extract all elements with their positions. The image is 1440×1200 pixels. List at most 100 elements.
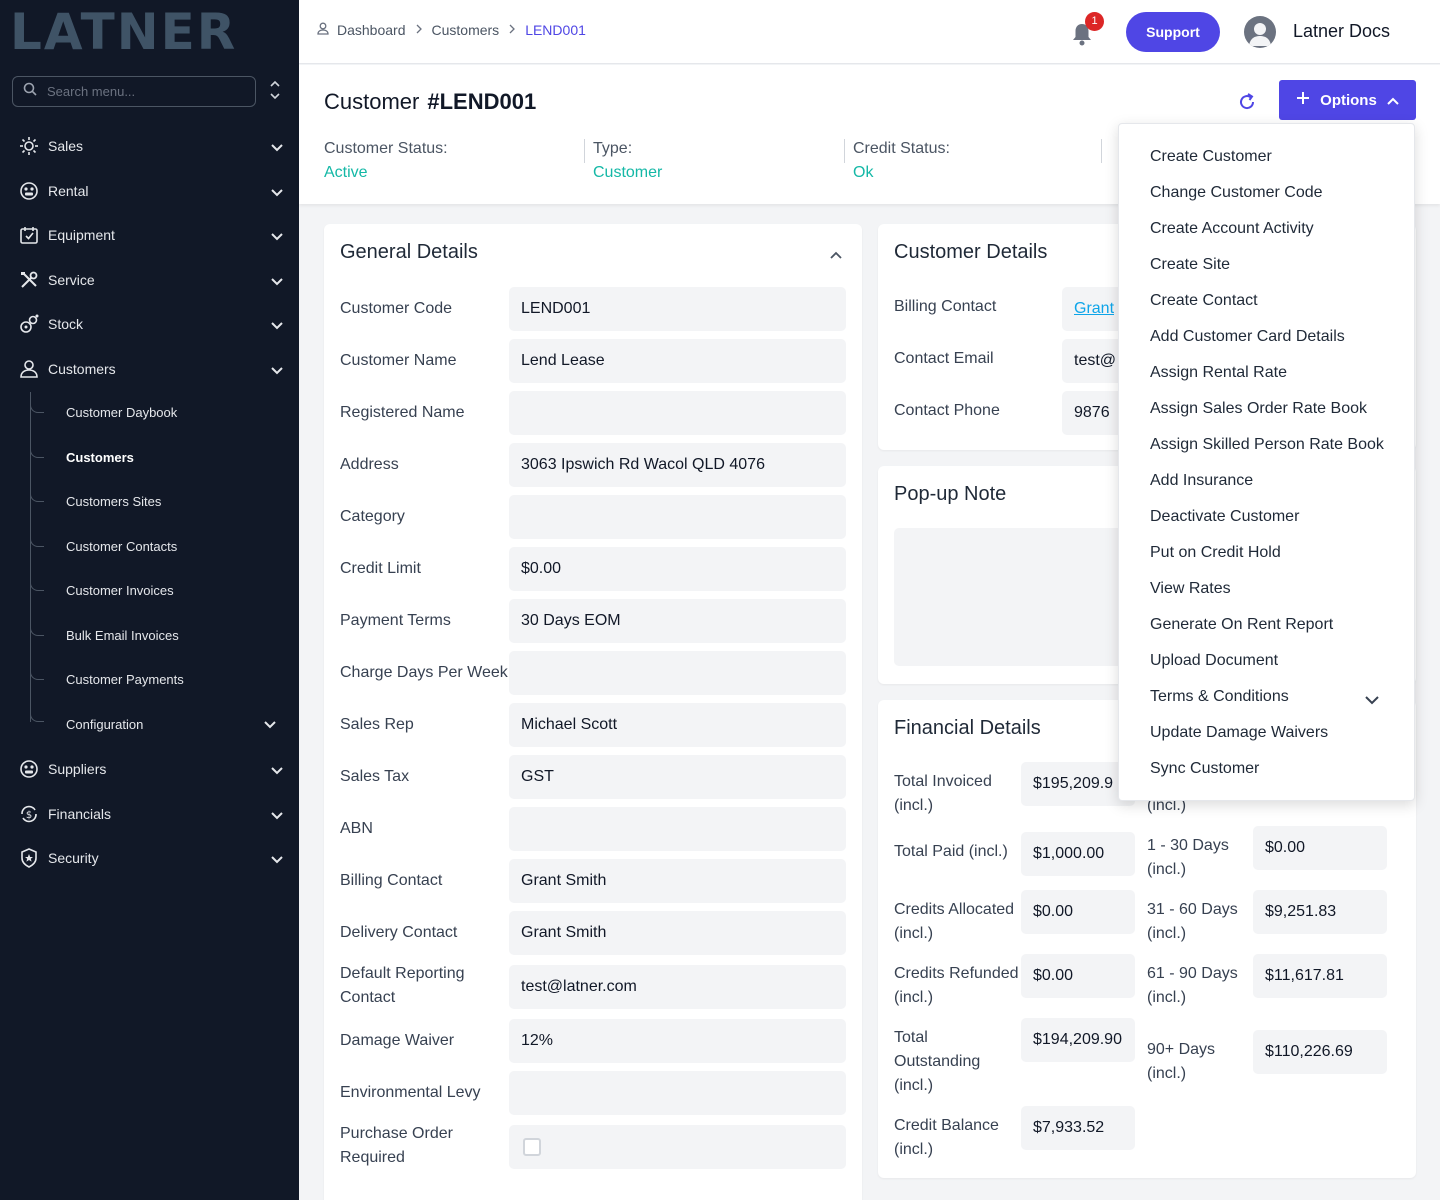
- sidebar-subitem-bulk-email-invoices[interactable]: Bulk Email Invoices: [66, 624, 179, 648]
- menu-item-assign-sales-order-rate-book[interactable]: Assign Sales Order Rate Book: [1150, 397, 1400, 421]
- menu-item-deactivate-customer[interactable]: Deactivate Customer: [1150, 505, 1400, 529]
- address-field[interactable]: 3063 Ipswich Rd Wacol QLD 4076: [509, 443, 846, 487]
- menu-item-put-on-credit-hold[interactable]: Put on Credit Hold: [1150, 541, 1400, 565]
- sidebar-item-label: Customers: [48, 361, 116, 377]
- sales-tax-field[interactable]: GST: [509, 755, 846, 799]
- sidebar-subitem-customer-daybook[interactable]: Customer Daybook: [66, 401, 177, 425]
- menu-item-generate-on-rent-report[interactable]: Generate On Rent Report: [1150, 613, 1400, 637]
- sales-rep-field[interactable]: Michael Scott: [509, 703, 846, 747]
- sidebar-item-financials[interactable]: $ Financials: [0, 794, 299, 834]
- default-reporting-contact-field[interactable]: test@latner.com: [509, 965, 846, 1009]
- purchase-order-required-checkbox[interactable]: [523, 1138, 541, 1156]
- aging-31-60-field[interactable]: $9,251.83: [1253, 890, 1387, 934]
- sidebar-item-label: Suppliers: [48, 761, 107, 777]
- aging-90-plus-field[interactable]: $110,226.69: [1253, 1030, 1387, 1074]
- registered-name-field[interactable]: [509, 391, 846, 435]
- abn-field[interactable]: [509, 807, 846, 851]
- total-paid-field[interactable]: $1,000.00: [1021, 832, 1135, 876]
- label-line: 90+ Days: [1147, 1041, 1216, 1058]
- aging-61-90-label: 61 - 90 Days (incl.): [1147, 962, 1238, 1010]
- credit-limit-field[interactable]: $0.00: [509, 547, 846, 591]
- customer-code-field[interactable]: LEND001: [509, 287, 846, 331]
- menu-item-add-insurance[interactable]: Add Insurance: [1150, 469, 1400, 493]
- aging-90-plus-label: 90+ Days (incl.): [1147, 1038, 1215, 1086]
- page-title: Customer #LEND001: [324, 89, 536, 115]
- label-line: (incl.): [1147, 925, 1187, 942]
- menu-item-assign-rental-rate[interactable]: Assign Rental Rate: [1150, 361, 1400, 385]
- chevron-up-icon[interactable]: [830, 246, 842, 264]
- sidebar-item-service[interactable]: Service: [0, 260, 299, 300]
- delivery-contact-field[interactable]: Grant Smith: [509, 911, 846, 955]
- menu-item-assign-skilled-person-rate-book[interactable]: Assign Skilled Person Rate Book: [1150, 433, 1400, 457]
- equipment-icon: [18, 224, 40, 246]
- billing-contact-field[interactable]: Grant Smith: [509, 859, 846, 903]
- breadcrumb-dashboard[interactable]: Dashboard: [337, 22, 406, 38]
- latner-logo[interactable]: LATNER: [10, 6, 237, 58]
- sidebar-subitem-customers-sites[interactable]: Customers Sites: [66, 490, 161, 514]
- menu-item-view-rates[interactable]: View Rates: [1150, 577, 1400, 601]
- menu-item-update-damage-waivers[interactable]: Update Damage Waivers: [1150, 721, 1400, 745]
- charge-days-field[interactable]: [509, 651, 846, 695]
- credit-balance-label: Credit Balance (incl.): [894, 1114, 999, 1162]
- refresh-icon[interactable]: [1236, 91, 1258, 113]
- chevron-down-icon: [271, 851, 283, 867]
- sidebar-item-suppliers[interactable]: Suppliers: [0, 749, 299, 789]
- breadcrumb: Dashboard Customers LEND001: [317, 22, 586, 38]
- menu-item-create-customer[interactable]: Create Customer: [1150, 145, 1400, 169]
- suppliers-icon: [18, 758, 40, 780]
- menu-item-create-contact[interactable]: Create Contact: [1150, 289, 1400, 313]
- billing-contact-link[interactable]: Grant: [1074, 300, 1114, 317]
- total-outstanding-field[interactable]: $194,209.90: [1021, 1018, 1135, 1062]
- sidebar-subitem-customer-invoices[interactable]: Customer Invoices: [66, 579, 174, 603]
- environmental-levy-field[interactable]: [509, 1071, 846, 1115]
- damage-waiver-field[interactable]: 12%: [509, 1019, 846, 1063]
- sidebar-item-sales[interactable]: Sales: [0, 126, 299, 166]
- menu-item-sync-customer[interactable]: Sync Customer: [1150, 757, 1400, 781]
- tree-connector: [30, 577, 44, 591]
- aging-1-30-label: 1 - 30 Days (incl.): [1147, 834, 1229, 882]
- sidebar-item-equipment[interactable]: Equipment: [0, 215, 299, 255]
- sidebar-item-security[interactable]: Security: [0, 838, 299, 878]
- menu-item-upload-document[interactable]: Upload Document: [1150, 649, 1400, 673]
- sidebar-item-customers[interactable]: Customers: [0, 349, 299, 389]
- sidebar-subitem-customers[interactable]: Customers: [66, 446, 134, 470]
- field-label: Damage Waiver: [340, 1032, 455, 1049]
- sidebar-item-rental[interactable]: Rental: [0, 171, 299, 211]
- credits-refunded-field[interactable]: $0.00: [1021, 954, 1135, 998]
- menu-search-input[interactable]: [47, 84, 237, 99]
- chevron-down-icon[interactable]: [1365, 692, 1379, 710]
- sidebar-item-stock[interactable]: Stock: [0, 304, 299, 344]
- plus-icon: [1296, 91, 1310, 109]
- sidebar-subitem-customer-contacts[interactable]: Customer Contacts: [66, 535, 177, 559]
- menu-item-terms-conditions[interactable]: Terms & Conditions: [1150, 685, 1400, 709]
- credit-balance-field[interactable]: $7,933.52: [1021, 1106, 1135, 1150]
- sidebar-collapse-button[interactable]: [268, 80, 284, 104]
- sidebar-subitem-customer-payments[interactable]: Customer Payments: [66, 668, 184, 692]
- avatar[interactable]: [1244, 16, 1276, 48]
- credits-allocated-label: Credits Allocated (incl.): [894, 898, 1014, 946]
- support-button[interactable]: Support: [1126, 12, 1220, 52]
- chevron-down-icon: [271, 228, 283, 244]
- aging-1-30-field[interactable]: $0.00: [1253, 826, 1387, 870]
- menu-item-change-customer-code[interactable]: Change Customer Code: [1150, 181, 1400, 205]
- credits-allocated-field[interactable]: $0.00: [1021, 890, 1135, 934]
- user-name[interactable]: Latner Docs: [1293, 21, 1390, 42]
- breadcrumb-customers[interactable]: Customers: [432, 22, 500, 38]
- menu-search-box[interactable]: [12, 76, 256, 107]
- credits-refunded-label: Credits Refunded (incl.): [894, 962, 1019, 1010]
- category-field[interactable]: [509, 495, 846, 539]
- sidebar-subitem-label: Configuration: [66, 717, 144, 732]
- customer-name-field[interactable]: Lend Lease: [509, 339, 846, 383]
- options-button[interactable]: Options: [1279, 80, 1416, 120]
- aging-61-90-field[interactable]: $11,617.81: [1253, 954, 1387, 998]
- menu-item-create-site[interactable]: Create Site: [1150, 253, 1400, 277]
- sidebar-subitem-configuration[interactable]: Configuration: [66, 713, 284, 737]
- menu-item-add-customer-card-details[interactable]: Add Customer Card Details: [1150, 325, 1400, 349]
- notification-badge: 1: [1085, 12, 1104, 31]
- card-title: Customer Details: [894, 241, 1048, 263]
- sidebar-item-label: Equipment: [48, 227, 115, 243]
- chevron-down-icon: [271, 762, 283, 778]
- divider: [584, 139, 585, 163]
- payment-terms-field[interactable]: 30 Days EOM: [509, 599, 846, 643]
- menu-item-create-account-activity[interactable]: Create Account Activity: [1150, 217, 1400, 241]
